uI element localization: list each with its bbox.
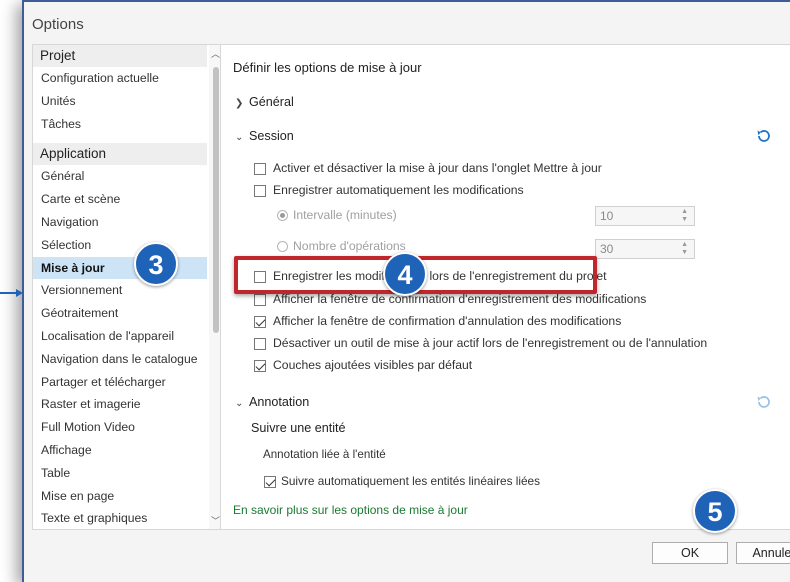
callout-badge-4: 4 [383,252,427,296]
radio-interval-label: Intervalle (minutes) [293,208,397,222]
section-annotation-label: Annotation [249,395,310,409]
checkbox-enable-editing-tab[interactable] [254,163,266,175]
checkbox-auto-save[interactable] [254,185,266,197]
checkbox-follow-linear[interactable] [264,476,276,488]
nav-item[interactable]: Général [33,165,207,188]
nav-scroll-thumb[interactable] [213,67,219,333]
option-deactivate-tool: Désactiver un outil de mise à jour actif… [273,336,708,350]
nav-group-header: Application [33,143,207,166]
nav-item[interactable]: Raster et imagerie [33,393,207,416]
nav-item[interactable]: Full Motion Video [33,416,207,439]
checkbox-layers-visible[interactable] [254,360,266,372]
callout-badge-3: 3 [134,242,178,286]
section-session-label: Session [249,129,294,143]
nav-item[interactable]: Partager et télécharger [33,371,207,394]
scroll-up-icon[interactable]: ︿ [211,47,220,60]
nav-item[interactable]: Texte et graphiques [33,507,207,529]
options-nav: Projet Configuration actuelle Unités Tâches… [32,44,224,530]
option-follow-linear: Suivre automatiquement les entités linéa… [281,474,541,488]
learn-more-link[interactable]: En savoir plus sur les options de mise à… [233,503,468,517]
stepper-arrows-icon[interactable]: ▲ ▼ [681,208,688,224]
stepper-arrows-icon[interactable]: ▲ ▼ [681,241,688,257]
radio-operations[interactable] [277,241,288,252]
nav-item[interactable]: Localisation de l'appareil [33,325,207,348]
option-enable-editing-tab: Activer et désactiver la mise à jour dan… [273,161,602,175]
option-layers-visible: Couches ajoutées visibles par défaut [273,358,473,372]
nav-item[interactable]: Mise en page [33,485,207,508]
cancel-button[interactable]: Annuler [736,542,790,564]
nav-item[interactable]: Table [33,462,207,485]
callout-badge-5: 5 [693,489,737,533]
radio-interval[interactable] [277,210,288,221]
section-general-toggle[interactable]: ❯ Général [235,95,294,109]
nav-item[interactable]: Affichage [33,439,207,462]
operations-stepper[interactable]: 30 ▲ ▼ [595,239,695,259]
nav-item[interactable]: Tâches [33,113,207,136]
section-session-toggle[interactable]: ⌄ Session [235,129,294,143]
nav-item[interactable]: Navigation dans le catalogue [33,348,207,371]
interval-stepper[interactable]: 10 ▲ ▼ [595,206,695,226]
checkbox-confirm-discard[interactable] [254,316,266,328]
chevron-right-icon: ❯ [235,98,244,109]
pointer-arrow-icon [0,289,23,297]
radio-operations-label: Nombre d'opérations [293,239,406,253]
panel-title: Définir les options de mise à jour [233,60,422,75]
chevron-down-icon: ⌄ [235,132,244,143]
section-general-label: Général [249,95,294,109]
nav-item[interactable]: Géotraitement [33,302,207,325]
window-title: Options [32,16,84,33]
nav-list: Projet Configuration actuelle Unités Tâches… [33,45,207,529]
nav-item[interactable]: Sélection [33,234,207,257]
nav-item[interactable]: Configuration actuelle [33,67,207,90]
option-confirm-discard: Afficher la fenêtre de confirmation d'an… [273,314,622,328]
option-auto-save: Enregistrer automatiquement les modifica… [273,183,524,197]
ok-button[interactable]: OK [652,542,728,564]
nav-item[interactable]: Carte et scène [33,188,207,211]
section-annotation-toggle[interactable]: ⌄ Annotation [235,395,309,409]
annotation-feature-linked: Annotation liée à l'entité [263,448,386,461]
annotation-follow-feature: Suivre une entité [251,421,346,435]
nav-item[interactable]: Navigation [33,211,207,234]
reset-session-icon[interactable] [755,127,773,145]
chevron-down-icon: ⌄ [235,398,244,409]
scroll-down-icon[interactable]: ﹀ [211,514,220,527]
nav-group-header: Projet [33,45,207,67]
checkbox-deactivate-tool[interactable] [254,338,266,350]
reset-annotation-icon[interactable] [755,393,773,411]
interval-value: 10 [600,209,614,223]
nav-item[interactable]: Mise à jour [33,256,207,280]
checkbox-confirm-save[interactable] [254,294,266,306]
operations-value: 30 [600,242,614,256]
nav-item[interactable]: Versionnement [33,279,207,302]
nav-item[interactable]: Unités [33,90,207,113]
option-confirm-save: Afficher la fenêtre de confirmation d'en… [273,292,647,306]
